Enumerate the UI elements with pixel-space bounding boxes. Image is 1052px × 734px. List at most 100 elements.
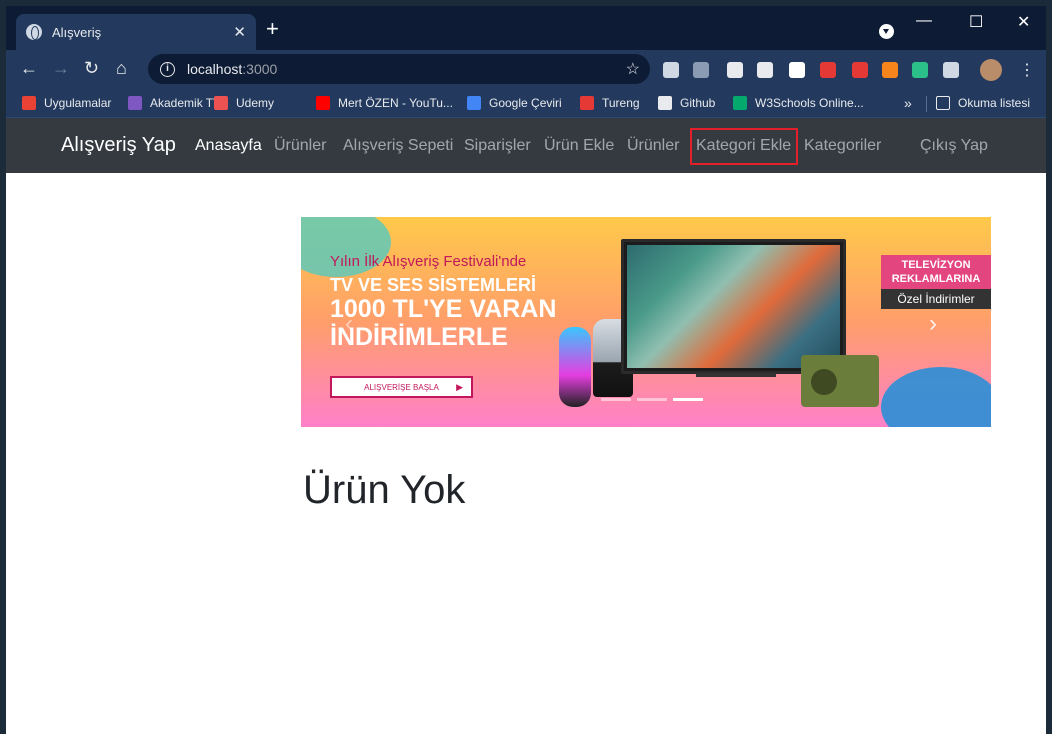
carousel-indicator[interactable] bbox=[637, 398, 667, 401]
w3schools-icon bbox=[733, 96, 747, 110]
television-image bbox=[621, 239, 846, 374]
globe-icon bbox=[26, 24, 42, 40]
maximize-button[interactable]: ☐ bbox=[969, 12, 983, 32]
block-icon[interactable] bbox=[852, 62, 868, 78]
promo-subtitle: Yılın İlk Alışveriş Festivali'nde bbox=[330, 253, 527, 270]
reading-list-label: Okuma listesi bbox=[958, 96, 1031, 110]
promo-tag-line-2: REKLAMLARINA bbox=[891, 273, 981, 285]
url-port: :3000 bbox=[242, 61, 278, 77]
play-icon bbox=[128, 96, 142, 110]
carousel-indicator[interactable] bbox=[601, 398, 631, 401]
carousel-indicator[interactable] bbox=[673, 398, 703, 401]
udemy-icon bbox=[214, 96, 228, 110]
menu-kebab-icon[interactable]: ⋮ bbox=[1019, 60, 1035, 80]
nav-link-urunler-admin[interactable]: Ürünler bbox=[627, 137, 679, 155]
download-icon[interactable] bbox=[820, 62, 836, 78]
reading-list-icon bbox=[936, 96, 950, 110]
promo-headline-1: TV VE SES SİSTEMLERİ bbox=[330, 275, 537, 295]
promo-headline-2: 1000 TL'YE VARAN bbox=[330, 295, 557, 323]
new-tab-button[interactable]: + bbox=[266, 18, 279, 40]
nav-link-anasayfa[interactable]: Anasayfa bbox=[195, 137, 262, 155]
background-strip bbox=[1046, 0, 1052, 734]
tab-title: Alışveriş bbox=[52, 24, 102, 40]
nav-link-kategoriler[interactable]: Kategoriler bbox=[804, 137, 881, 155]
fox-icon[interactable] bbox=[882, 62, 898, 78]
carousel-indicators bbox=[601, 398, 703, 401]
bookmark-label: W3Schools Online... bbox=[755, 96, 864, 110]
bookmark-label: Github bbox=[680, 96, 716, 110]
reading-list-button[interactable]: Okuma listesi bbox=[936, 96, 1030, 110]
site-info-icon[interactable]: i bbox=[160, 61, 175, 77]
bookmarks-more-icon[interactable]: » bbox=[904, 95, 912, 111]
shop-now-label: ALIŞVERİŞE BAŞLA bbox=[364, 382, 439, 392]
carousel-next-icon[interactable]: › bbox=[929, 310, 937, 338]
site-navbar: Alışveriş Yap Anasayfa Ürünler Alışveriş… bbox=[6, 118, 1046, 173]
youtube-icon bbox=[316, 96, 330, 110]
tv-screen bbox=[627, 245, 840, 368]
formula-icon[interactable] bbox=[663, 62, 679, 78]
address-bar[interactable]: i localhost :3000 ☆ bbox=[148, 54, 650, 84]
tab-strip: Alışveriş ✕ + — ☐ ✕ bbox=[6, 6, 1046, 50]
carousel-prev-icon[interactable]: ‹ bbox=[345, 310, 353, 338]
bookmark-label: Uygulamalar bbox=[44, 96, 112, 110]
browser-tab[interactable]: Alışveriş ✕ bbox=[16, 14, 256, 50]
navbar-brand[interactable]: Alışveriş Yap bbox=[61, 134, 176, 157]
url-host: localhost bbox=[187, 61, 243, 77]
promo-carousel[interactable]: Yılın İlk Alışveriş Festivali'nde TV VE … bbox=[301, 217, 991, 427]
nav-link-siparisler[interactable]: Siparişler bbox=[464, 137, 531, 155]
home-button[interactable]: ⌂ bbox=[116, 58, 127, 79]
play-arrow-icon: ▶ bbox=[456, 382, 463, 392]
bookmark-label: Udemy bbox=[236, 96, 275, 110]
reload-button[interactable]: ↻ bbox=[84, 58, 99, 79]
decorative-blob bbox=[881, 367, 991, 427]
pen-icon[interactable] bbox=[789, 62, 805, 78]
bookmark-item[interactable]: Google Çeviri bbox=[467, 96, 562, 110]
bookmarks-bar: Uygulamalar Akademik TV Udemy Mert ÖZEN - Y… bbox=[6, 90, 1046, 118]
tv-stand bbox=[696, 373, 776, 377]
forward-button[interactable]: → bbox=[52, 58, 70, 79]
bookmark-star-icon[interactable]: ☆ bbox=[626, 59, 640, 79]
puzzle-icon[interactable] bbox=[943, 62, 959, 78]
bookmark-label: Google Çeviri bbox=[489, 96, 562, 110]
promo-tag-line-3: Özel İndirimler bbox=[897, 292, 975, 306]
bookmark-label: Mert ÖZEN - YouTu... bbox=[338, 96, 453, 110]
nav-link-urunler[interactable]: Ürünler bbox=[274, 137, 326, 155]
bluetooth-speaker-image bbox=[559, 327, 591, 407]
web-page: Alışveriş Yap Anasayfa Ürünler Alışveriş… bbox=[6, 118, 1046, 734]
profile-avatar[interactable] bbox=[980, 59, 1002, 81]
camera-icon[interactable] bbox=[727, 62, 743, 78]
nav-link-urun-ekle[interactable]: Ürün Ekle bbox=[544, 137, 614, 155]
promo-tag-line-1: TELEVİZYON bbox=[901, 259, 971, 271]
bookmark-label: Tureng bbox=[602, 96, 640, 110]
apps-grid-icon bbox=[22, 96, 36, 110]
bookmark-item[interactable]: Udemy bbox=[214, 96, 274, 110]
github-icon bbox=[658, 96, 672, 110]
gear-icon[interactable] bbox=[757, 62, 773, 78]
shop-now-button[interactable]: ALIŞVERİŞE BAŞLA ▶ bbox=[330, 376, 473, 398]
translate-icon bbox=[467, 96, 481, 110]
bookmark-item[interactable]: Tureng bbox=[580, 96, 640, 110]
bookmark-item[interactable]: Github bbox=[658, 96, 715, 110]
promo-headline-3: İNDİRİMLERLE bbox=[330, 323, 508, 351]
minimize-button[interactable]: — bbox=[916, 12, 932, 30]
bookmark-item[interactable]: W3Schools Online... bbox=[733, 96, 864, 110]
bookmark-item[interactable]: Mert ÖZEN - YouTu... bbox=[316, 96, 453, 110]
browser-toolbar: ← → ↻ ⌂ i localhost :3000 ☆ ⋮ bbox=[6, 50, 1046, 90]
bookmark-label: Akademik TV bbox=[150, 96, 222, 110]
nav-link-cikis[interactable]: Çıkış Yap bbox=[920, 137, 988, 155]
move-icon[interactable] bbox=[693, 62, 709, 78]
kategori-ekle-highlight-box bbox=[690, 128, 798, 165]
code-icon[interactable] bbox=[912, 62, 928, 78]
bookmark-item[interactable]: Uygulamalar bbox=[22, 96, 111, 110]
close-window-button[interactable]: ✕ bbox=[1017, 12, 1030, 32]
radio-speaker-image bbox=[801, 355, 879, 407]
bookmarks-separator bbox=[926, 96, 927, 112]
tureng-icon bbox=[580, 96, 594, 110]
empty-products-message: Ürün Yok bbox=[303, 468, 466, 512]
bookmark-item[interactable]: Akademik TV bbox=[128, 96, 221, 110]
nav-link-sepet[interactable]: Alışveriş Sepeti bbox=[343, 137, 453, 155]
tab-search-icon[interactable] bbox=[879, 24, 894, 39]
back-button[interactable]: ← bbox=[20, 58, 38, 79]
browser-window: Alışveriş ✕ + — ☐ ✕ ← → ↻ ⌂ i localhost … bbox=[6, 6, 1046, 734]
close-tab-icon[interactable]: ✕ bbox=[233, 23, 246, 41]
